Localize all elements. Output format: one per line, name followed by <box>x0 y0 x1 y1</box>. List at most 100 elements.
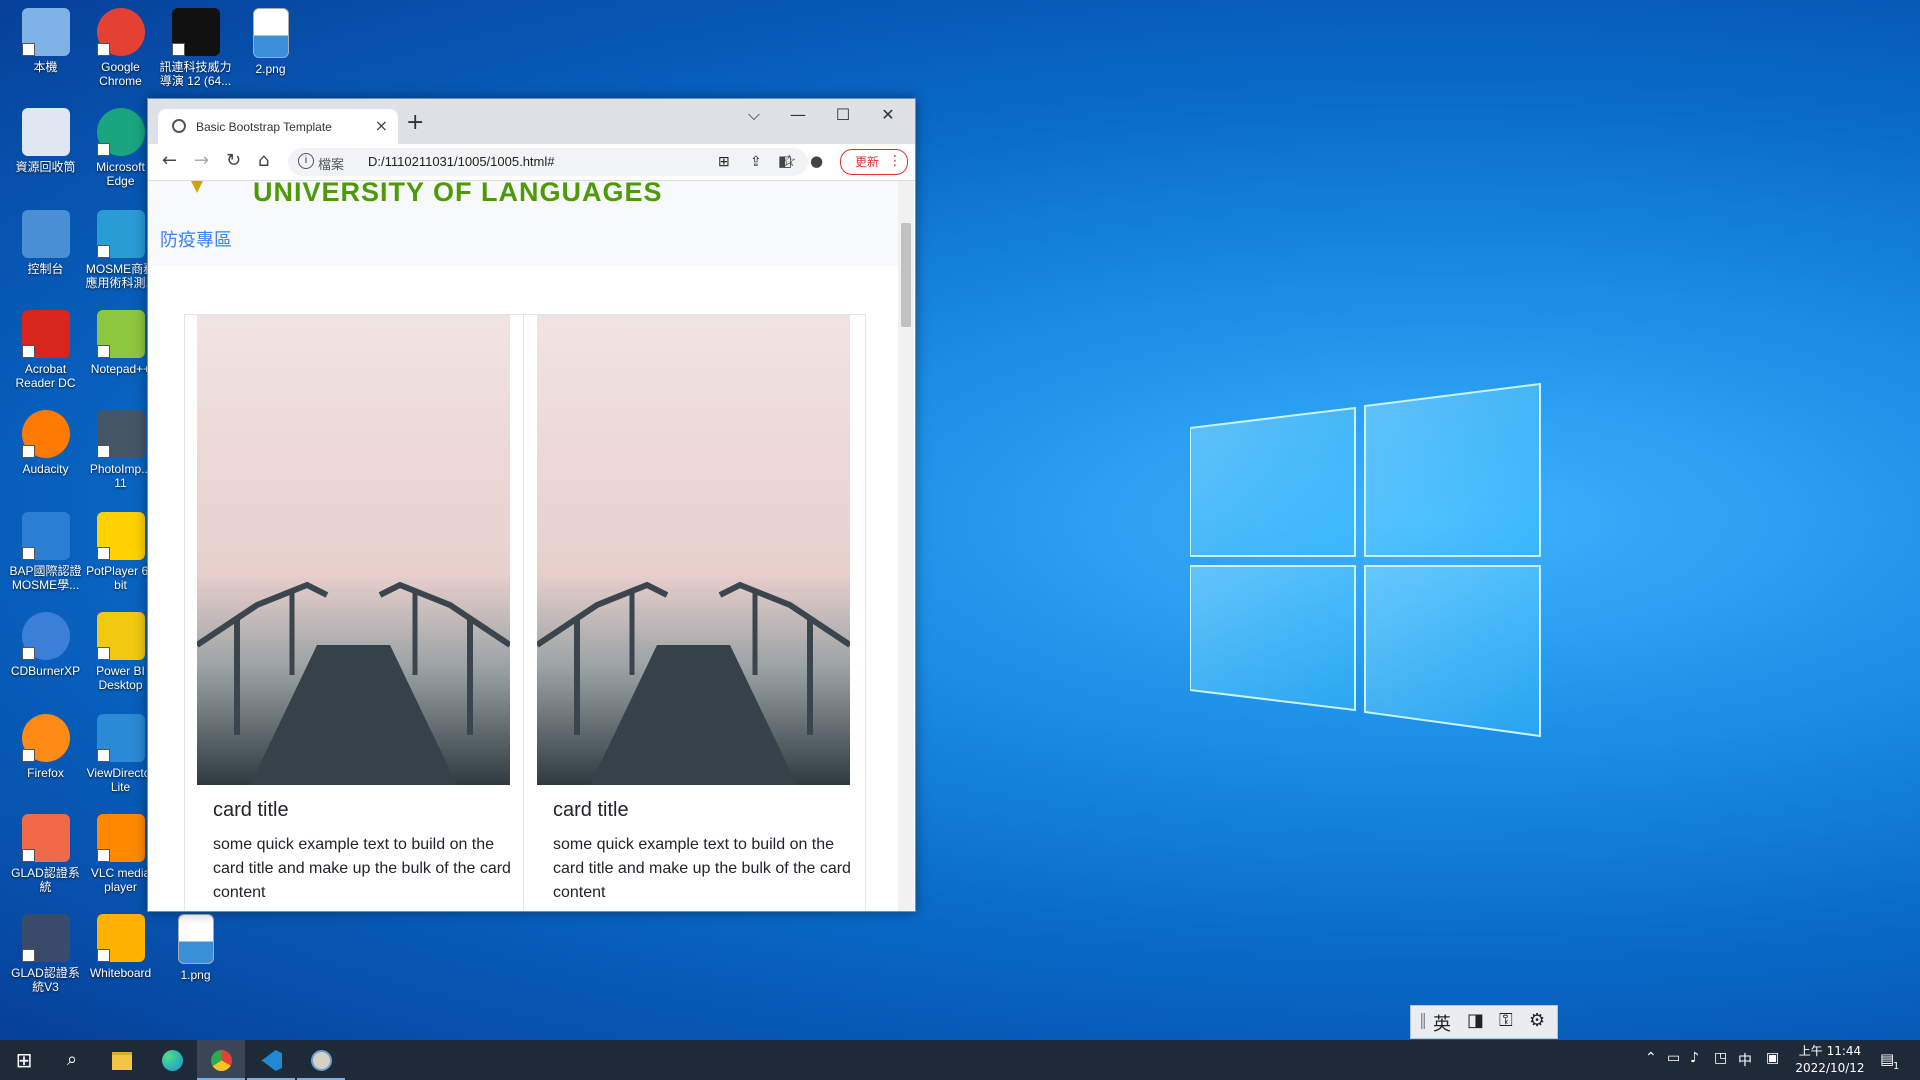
edge-icon <box>96 108 145 156</box>
notification-count: 1 <box>1893 1061 1900 1072</box>
info-icon[interactable]: i <box>298 153 314 169</box>
forward-icon[interactable]: → <box>194 150 209 171</box>
clock-time: 上午 11:44 <box>1798 1044 1862 1058</box>
ime-half-width-icon[interactable]: ◨ <box>1467 1010 1484 1031</box>
vscode-taskbar-icon[interactable] <box>247 1040 295 1080</box>
clock[interactable]: 上午 11:44 2022/10/12 <box>1790 1043 1870 1077</box>
title-bar[interactable]: Basic Bootstrap Template × + ⌵ — ☐ ✕ <box>148 99 915 144</box>
vertical-scrollbar[interactable] <box>898 181 914 911</box>
mosme-icon <box>96 210 145 258</box>
tab-basic-bootstrap[interactable]: Basic Bootstrap Template × <box>158 109 398 144</box>
profile-icon[interactable]: ● <box>810 152 823 170</box>
computer-icon <box>21 8 70 56</box>
recycle-bin-icon <box>21 108 70 156</box>
chrome-icon <box>96 8 145 56</box>
address-bar[interactable]: i 檔案 D:/1110211031/1005/1005.html# ⊞ ⇪ ☆ <box>288 148 808 176</box>
desktop-icon[interactable]: Firefox <box>8 714 83 780</box>
card-text: some quick example text to build on the … <box>553 836 851 901</box>
back-icon[interactable]: ← <box>162 150 177 171</box>
vlc-icon <box>96 814 145 862</box>
paint-taskbar-icon[interactable] <box>297 1040 345 1080</box>
nav-link-epidemic[interactable]: 防疫專區 <box>160 226 232 252</box>
close-button[interactable]: ✕ <box>868 105 908 124</box>
ime-tool-icon[interactable]: ⚿ <box>1499 1010 1513 1031</box>
ime-toolbar: ‖ 英 ◨ ⚿ ⚙ <box>1410 1005 1558 1039</box>
desktop-icon-label: Firefox <box>27 766 64 780</box>
tab-search-chevron-icon[interactable]: ⌵ <box>734 105 774 125</box>
menu-kebab-icon[interactable]: ⋮ <box>888 153 902 169</box>
chrome-taskbar-icon[interactable] <box>197 1040 245 1080</box>
ime-pad-icon[interactable]: ▣ <box>1766 1050 1779 1066</box>
tab-title: Basic Bootstrap Template <box>196 120 332 134</box>
reload-icon[interactable]: ↻ <box>226 150 241 171</box>
control-panel-icon <box>21 210 70 258</box>
desktop-icon[interactable]: Acrobat Reader DC <box>8 310 83 390</box>
bap-icon <box>21 512 70 560</box>
card: card title some quick example text to bu… <box>185 315 524 911</box>
card-title: card title <box>213 799 289 821</box>
desktop-icon[interactable]: Audacity <box>8 410 83 476</box>
volume-icon[interactable]: ♪ <box>1690 1050 1699 1066</box>
new-tab-button[interactable]: + <box>406 110 424 135</box>
desktop-icon-label: Audacity <box>22 462 69 476</box>
desktop-icon[interactable]: Whiteboard <box>83 914 158 980</box>
desktop-icon[interactable]: BAP國際認證 MOSME學... <box>8 512 83 592</box>
image-file-icon <box>177 914 214 964</box>
powerbi-icon <box>96 612 145 660</box>
desktop-icon[interactable]: 2.png <box>233 8 308 76</box>
glad-icon <box>21 814 70 862</box>
desktop-icon-label: 1.png <box>180 968 211 982</box>
desktop-icon[interactable]: Google Chrome <box>83 8 158 88</box>
scrollbar-thumb[interactable] <box>901 223 911 327</box>
brand-title[interactable]: UNIVERSITY OF LANGUAGES <box>253 181 663 208</box>
input-language[interactable]: 中 <box>1738 1050 1752 1070</box>
maximize-button[interactable]: ☐ <box>823 105 863 124</box>
start-button[interactable]: ⊞ <box>0 1040 48 1080</box>
desktop-icon[interactable]: 本機 <box>8 8 83 74</box>
desktop-icon-label: GLAD認證系統V3 <box>11 966 80 994</box>
desktop-icon-label: 2.png <box>255 62 286 76</box>
card-image <box>537 315 850 785</box>
minimize-button[interactable]: — <box>778 105 818 124</box>
whiteboard-icon <box>96 914 145 962</box>
share-icon[interactable]: ⇪ <box>750 153 762 170</box>
desktop-icon-label: Google Chrome <box>99 60 142 88</box>
clock-date: 2022/10/12 <box>1795 1061 1865 1075</box>
ime-grip-icon[interactable]: ‖ <box>1419 1010 1427 1029</box>
desktop-icon[interactable]: 資源回收筒 <box>8 108 83 174</box>
desktop-icon[interactable]: GLAD認證系統 <box>8 814 83 894</box>
tab-close-icon[interactable]: × <box>375 116 388 135</box>
desktop-icon-label: 控制台 <box>27 262 64 276</box>
edge-taskbar-icon[interactable] <box>148 1040 196 1080</box>
card-group: card title some quick example text to bu… <box>184 314 866 911</box>
side-panel-icon[interactable]: ◧ <box>778 152 792 170</box>
file-explorer-icon[interactable] <box>98 1040 146 1080</box>
desktop-icon[interactable]: GLAD認證系統V3 <box>8 914 83 994</box>
tray-chevron-icon[interactable]: ⌃ <box>1645 1050 1657 1066</box>
desktop-icon[interactable]: CDBurnerXP <box>8 612 83 678</box>
desktop-icon[interactable]: 控制台 <box>8 210 83 276</box>
cdburner-icon <box>21 612 70 660</box>
acrobat-icon <box>21 310 70 358</box>
desktop-icon-label: 本機 <box>33 60 58 74</box>
search-icon[interactable]: ⌕ <box>48 1040 96 1080</box>
translate-icon[interactable]: ⊞ <box>718 153 730 170</box>
viewdirector-icon <box>96 714 145 762</box>
home-icon[interactable]: ⌂ <box>258 150 269 171</box>
network-icon[interactable]: ▭ <box>1667 1050 1680 1066</box>
ime-settings-icon[interactable]: ⚙ <box>1529 1010 1545 1031</box>
ime-mode-toggle[interactable]: 英 <box>1433 1010 1451 1036</box>
firefox-icon <box>21 714 70 762</box>
photoimpact-icon <box>96 410 145 458</box>
address-scheme-label: 檔案 <box>318 157 345 172</box>
desktop-icon[interactable]: 訊連科技威力導演 12 (64... <box>158 8 233 88</box>
address-url[interactable]: D:/1110211031/1005/1005.html# <box>368 154 554 169</box>
globe-icon <box>172 119 186 133</box>
desktop-icon-label: GLAD認證系統 <box>11 866 80 894</box>
card-image <box>197 315 510 785</box>
brand-logo-icon <box>190 181 204 193</box>
meet-icon[interactable]: ◳ <box>1714 1050 1727 1066</box>
desktop-icon-label: Acrobat Reader DC <box>15 362 76 390</box>
desktop-icon[interactable]: 1.png <box>158 914 233 982</box>
glad-v3-icon <box>21 914 70 962</box>
